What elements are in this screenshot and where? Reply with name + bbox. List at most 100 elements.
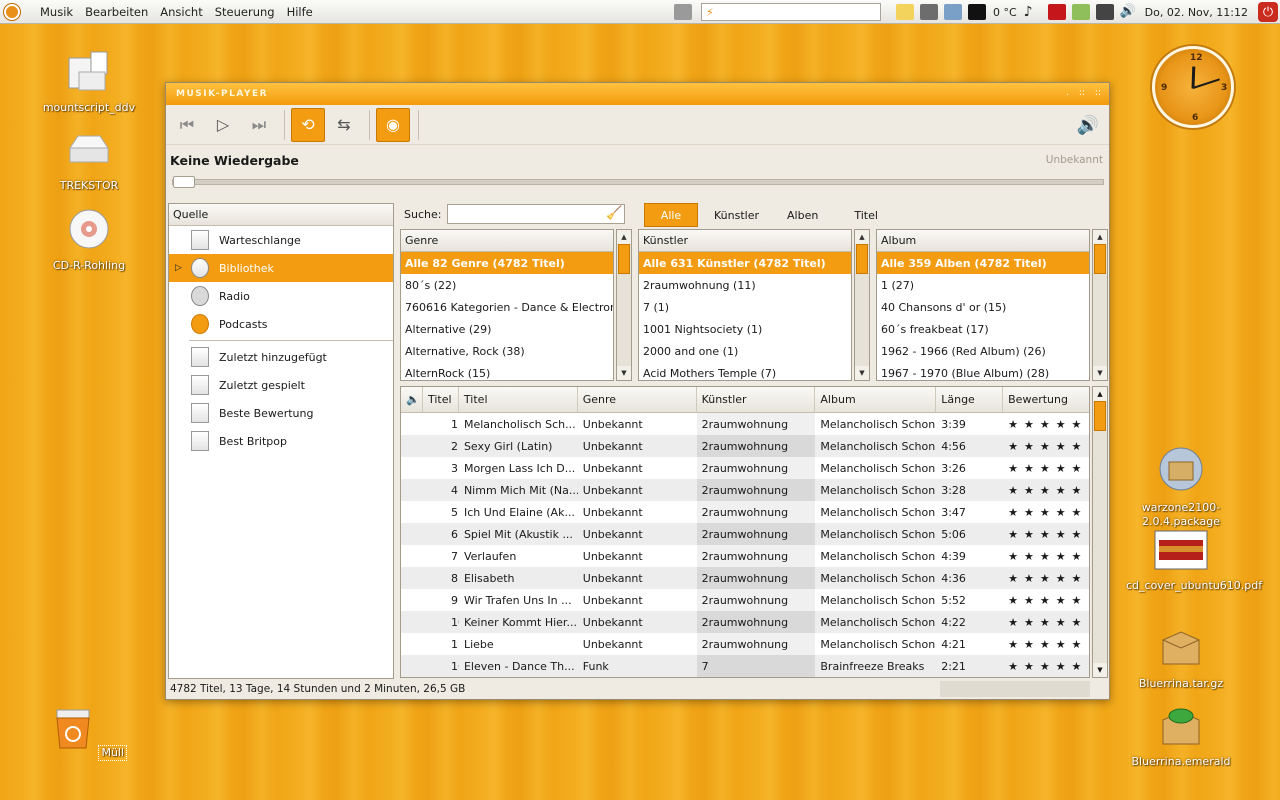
genre-row[interactable]: Alle 82 Genre (4782 Titel): [401, 252, 613, 274]
sidebar-item-library[interactable]: ▷ Bibliothek: [169, 254, 393, 282]
panel-clock[interactable]: Do, 02. Nov, 11:12: [1145, 6, 1248, 19]
rating-stars[interactable]: ★★★★★: [1003, 457, 1089, 479]
volume-icon[interactable]: 🔊: [1120, 4, 1138, 20]
rating-stars[interactable]: ★★★★★: [1003, 435, 1089, 457]
scroll-down-icon[interactable]: ▼: [617, 366, 631, 380]
menu-ansicht[interactable]: Ansicht: [160, 5, 202, 19]
artist-scrollbar[interactable]: ▲ ▼: [854, 229, 870, 381]
scroll-thumb[interactable]: [856, 244, 868, 274]
column-header-length[interactable]: Länge: [936, 387, 1004, 412]
album-row[interactable]: 1 (27): [877, 274, 1089, 296]
table-row[interactable]: 6 Spiel Mit (Akustik ... Unbekannt 2raumwoh…: [401, 523, 1089, 545]
scroll-thumb[interactable]: [1094, 244, 1106, 274]
scroll-down-icon[interactable]: ▼: [855, 366, 869, 380]
album-row[interactable]: 40 Chansons d' or (15): [877, 296, 1089, 318]
rating-stars[interactable]: ★★★★★: [1003, 479, 1089, 501]
desktop-icon-mountscript[interactable]: mountscript_ddv: [34, 46, 144, 115]
close-icon[interactable]: ::: [1095, 88, 1101, 98]
expander-arrow-icon[interactable]: ▷: [175, 263, 182, 273]
mail-icon[interactable]: [895, 4, 914, 20]
rating-stars[interactable]: ★★★★★: [1003, 655, 1089, 677]
network-icon[interactable]: [919, 4, 938, 20]
table-row[interactable]: 4 Nimm Mich Mit (Na... Unbekannt 2raumwohnu…: [401, 479, 1089, 501]
rating-stars[interactable]: ★★★★★: [1003, 545, 1089, 567]
menu-bearbeiten[interactable]: Bearbeiten: [85, 5, 148, 19]
playing-column-header[interactable]: 🔈: [401, 387, 423, 412]
column-header-genre[interactable]: Genre: [578, 387, 697, 412]
scroll-up-icon[interactable]: ▲: [855, 230, 869, 244]
rating-stars[interactable]: ★★★★★: [1003, 567, 1089, 589]
filter-titles[interactable]: Titel: [842, 203, 890, 227]
album-header[interactable]: Album: [877, 230, 1089, 252]
clear-search-icon[interactable]: 🧹: [606, 206, 622, 221]
scroll-up-icon[interactable]: ▲: [1093, 230, 1107, 244]
sidebar-item-recently-played[interactable]: Zuletzt gespielt: [169, 371, 393, 399]
table-row[interactable]: 8 Elisabeth Unbekannt 2raumwohnung Melanchol…: [401, 567, 1089, 589]
scroll-thumb[interactable]: [1094, 401, 1106, 431]
genre-row[interactable]: Alternative (29): [401, 318, 613, 340]
seek-slider[interactable]: [172, 176, 1104, 188]
table-row[interactable]: 3 Morgen Lass Ich D... Unbekannt 2raumwohnu…: [401, 457, 1089, 479]
rating-stars[interactable]: ★★★★★: [1003, 523, 1089, 545]
desktop-icon-warzone[interactable]: warzone2100-2.0.4.package: [1126, 446, 1236, 529]
table-row[interactable]: 10 Keiner Kommt Hier... Unbekannt 2raumwohn…: [401, 611, 1089, 633]
power-icon[interactable]: ⏻: [1258, 2, 1278, 22]
window-titlebar[interactable]: MUSIK-PLAYER . :: ::: [166, 83, 1109, 105]
column-header-track-number[interactable]: Titel: [423, 387, 459, 412]
genre-header[interactable]: Genre: [401, 230, 613, 252]
track-scrollbar[interactable]: ▲ ▼: [1092, 386, 1108, 678]
genre-row[interactable]: 760616 Kategorien - Dance & Electroni: [401, 296, 613, 318]
album-row[interactable]: 60´s freakbeat (17): [877, 318, 1089, 340]
play-button[interactable]: ▷: [206, 108, 240, 142]
sidebar-item-top-rated[interactable]: Beste Bewertung: [169, 399, 393, 427]
desktop-icon-cover[interactable]: cd_cover_ubuntu610.pdf: [1126, 530, 1262, 593]
artist-row[interactable]: 2000 and one (1): [639, 340, 851, 362]
ubuntu-menu-icon[interactable]: [0, 0, 24, 24]
filter-albums[interactable]: Alben: [775, 203, 830, 227]
maximize-icon[interactable]: ::: [1079, 88, 1085, 98]
rating-stars[interactable]: ★★★★★: [1003, 633, 1089, 655]
filter-all[interactable]: Alle: [644, 203, 698, 227]
table-row[interactable]: 16 Eleven - Dance Th... Funk 7 Brainfreeze B…: [401, 655, 1089, 677]
update-icon[interactable]: [1071, 4, 1090, 20]
weather-temperature[interactable]: 0 °C: [993, 6, 1017, 19]
column-header-rating[interactable]: Bewertung: [1003, 387, 1089, 412]
artist-row[interactable]: 2raumwohnung (11): [639, 274, 851, 296]
repeat-button[interactable]: ⟲: [291, 107, 325, 142]
shuffle-button[interactable]: ⇆: [327, 108, 361, 142]
rating-stars[interactable]: ★★★★★: [1003, 501, 1089, 523]
table-row[interactable]: 7 Verlaufen Unbekannt 2raumwohnung Melanchol…: [401, 545, 1089, 567]
display-icon[interactable]: [1095, 4, 1114, 20]
artist-row[interactable]: Acid Mothers Temple (7): [639, 362, 851, 380]
table-row[interactable]: 1 Melancholisch Sch... Unbekannt 2raumwohnu…: [401, 413, 1089, 435]
desktop-icon-cdr[interactable]: CD-R-Rohling: [34, 208, 144, 273]
ruby-icon[interactable]: [1047, 4, 1066, 20]
desktop-icon-trash[interactable]: Müll: [34, 704, 144, 761]
desktop-icon-tar[interactable]: Bluerrina.tar.gz: [1126, 628, 1236, 691]
sidebar-item-best-britpop[interactable]: Best Britpop: [169, 427, 393, 455]
scroll-thumb[interactable]: [618, 244, 630, 274]
genre-row[interactable]: AlternRock (15): [401, 362, 613, 380]
menu-steuerung[interactable]: Steuerung: [215, 5, 275, 19]
menu-hilfe[interactable]: Hilfe: [287, 5, 313, 19]
scroll-up-icon[interactable]: ▲: [1093, 387, 1107, 401]
genre-row[interactable]: Alternative, Rock (38): [401, 340, 613, 362]
album-row[interactable]: 1962 - 1966 (Red Album) (26): [877, 340, 1089, 362]
minimize-icon[interactable]: .: [1066, 88, 1069, 98]
artist-row[interactable]: Alle 631 Künstler (4782 Titel): [639, 252, 851, 274]
sidebar-item-recently-added[interactable]: Zuletzt hinzugefügt: [169, 343, 393, 371]
scroll-up-icon[interactable]: ▲: [617, 230, 631, 244]
sidebar-item-queue[interactable]: Warteschlange: [169, 226, 393, 254]
desktop-icon-trekstor[interactable]: TREKSTOR: [34, 130, 144, 193]
genre-row[interactable]: 80´s (22): [401, 274, 613, 296]
browse-button[interactable]: ◉: [376, 107, 410, 142]
rating-stars[interactable]: ★★★★★: [1003, 589, 1089, 611]
seek-knob[interactable]: [173, 176, 195, 188]
album-row[interactable]: 1967 - 1970 (Blue Album) (28): [877, 362, 1089, 380]
music-note-icon[interactable]: ♪: [1024, 4, 1042, 20]
column-header-title[interactable]: Titel: [459, 387, 578, 412]
sidebar-item-radio[interactable]: Radio: [169, 282, 393, 310]
scroll-down-icon[interactable]: ▼: [1093, 663, 1107, 677]
search-input[interactable]: 🧹: [447, 204, 626, 224]
artist-row[interactable]: 1001 Nightsociety (1): [639, 318, 851, 340]
